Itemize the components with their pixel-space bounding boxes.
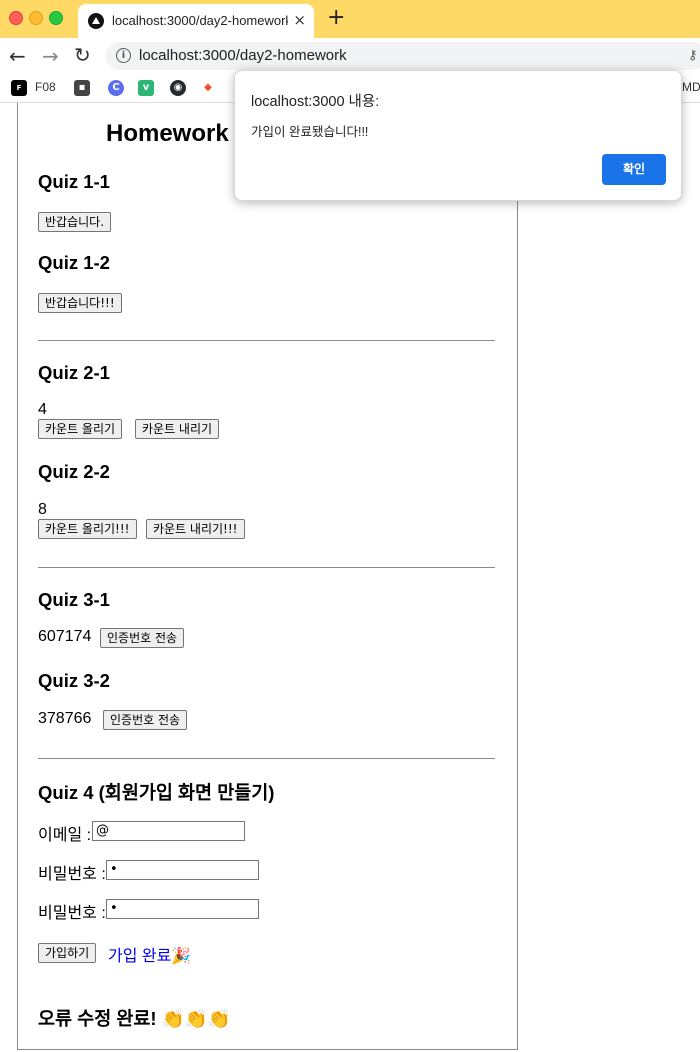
quiz1-1-heading: Quiz 1-1: [38, 171, 110, 192]
key-icon[interactable]: ⚷: [688, 48, 698, 63]
divider: [38, 340, 495, 341]
quiz3-1-heading: Quiz 3-1: [38, 589, 110, 610]
quiz4-heading: Quiz 4 (회원가입 화면 만들기): [38, 782, 275, 803]
quiz3-2-heading: Quiz 3-2: [38, 670, 110, 691]
count-up-button[interactable]: 카운트 올리기: [38, 419, 123, 439]
browser-tab-bar: localhost:3000/day2-homework × +: [0, 0, 700, 38]
count-up-button-2[interactable]: 카운트 올리기!!!: [38, 519, 137, 539]
dialog-title: localhost:3000 내용:: [251, 94, 380, 110]
send-code-button[interactable]: 인증번호 전송: [100, 628, 185, 648]
quiz1-2-heading: Quiz 1-2: [38, 252, 110, 273]
figma-icon[interactable]: ◆: [203, 80, 213, 96]
email-label: 이메일 :: [38, 827, 92, 844]
dialog-message: 가입이 완료됐습니다!!!: [251, 125, 369, 139]
dialog-ok-button[interactable]: 확인: [602, 154, 666, 185]
auth-code: 607174: [38, 628, 92, 645]
new-tab-button[interactable]: +: [327, 7, 345, 29]
signup-button[interactable]: 가입하기: [38, 943, 97, 963]
tab-close-icon[interactable]: ×: [293, 11, 306, 29]
password-confirm-label: 비밀번호 :: [38, 905, 106, 922]
auth-code-2: 378766: [38, 710, 92, 727]
maximize-window-button[interactable]: [49, 11, 63, 25]
count-down-button-2[interactable]: 카운트 내리기!!!: [146, 519, 245, 539]
tab-title: localhost:3000/day2-homework: [112, 13, 288, 28]
count-down-button[interactable]: 카운트 내리기: [135, 419, 220, 439]
reload-icon[interactable]: ↻: [74, 45, 91, 65]
close-window-button[interactable]: [9, 11, 23, 25]
quiz2-1-heading: Quiz 2-1: [38, 362, 110, 383]
minimize-window-button[interactable]: [29, 11, 43, 25]
password-label: 비밀번호 :: [38, 866, 106, 883]
site-info-icon[interactable]: i: [116, 48, 131, 63]
page-title: Homework: [106, 120, 229, 147]
email-input[interactable]: @: [92, 821, 245, 841]
bookmark-f08[interactable]: F08: [35, 80, 56, 94]
back-icon[interactable]: ←: [9, 46, 26, 66]
count-value: 4: [38, 401, 47, 418]
nextjs-favicon-icon: [88, 13, 104, 29]
fix-complete-text: 오류 수정 완료! 👏👏👏: [38, 1008, 231, 1029]
github-icon[interactable]: ◉: [170, 80, 186, 96]
v-icon[interactable]: v: [138, 80, 154, 96]
forward-icon[interactable]: →: [42, 46, 59, 66]
greeting-button[interactable]: 반갑습니다.: [38, 212, 112, 232]
app-icon[interactable]: C: [108, 80, 124, 96]
greeting-button-2[interactable]: 반갑습니다!!!: [38, 293, 122, 313]
contacts-icon[interactable]: ▪: [74, 80, 90, 96]
count-value-2: 8: [38, 501, 47, 518]
send-code-button-2[interactable]: 인증번호 전송: [103, 710, 188, 730]
divider: [38, 567, 495, 568]
quiz2-2-heading: Quiz 2-2: [38, 461, 110, 482]
password-confirm-input[interactable]: •: [106, 899, 259, 919]
browser-tab[interactable]: localhost:3000/day2-homework ×: [78, 4, 314, 38]
bookmark-md[interactable]: MD: [682, 80, 700, 94]
bookmark-icon[interactable]: F: [11, 80, 27, 96]
password-input[interactable]: •: [106, 860, 259, 880]
alert-dialog: localhost:3000 내용: 가입이 완료됐습니다!!! 확인: [234, 70, 682, 201]
signup-complete-text: 가입 완료🎉: [108, 948, 192, 965]
divider: [38, 758, 495, 759]
url-text[interactable]: localhost:3000/day2-homework: [139, 47, 347, 64]
